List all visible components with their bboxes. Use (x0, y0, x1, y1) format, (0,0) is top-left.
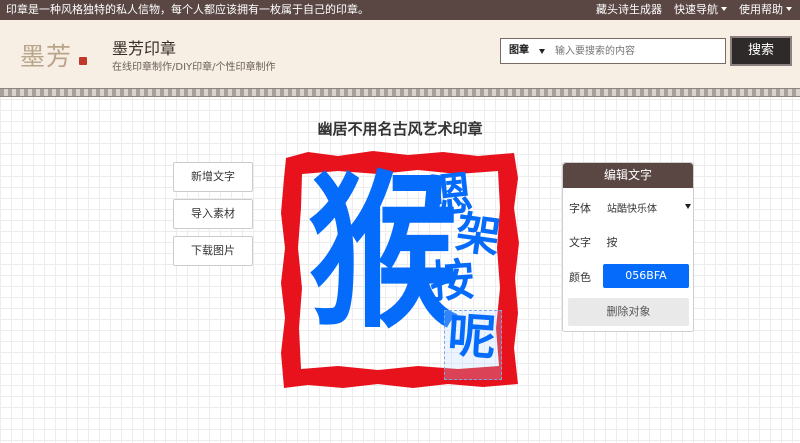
site-title[interactable]: 墨芳印章 (112, 35, 176, 59)
search-scope-select[interactable]: 图章 (501, 39, 553, 63)
seal-character-3[interactable]: 按 (428, 255, 475, 309)
seal-character-4[interactable]: 呢 (446, 307, 498, 366)
panel-header: 编辑文字 (563, 163, 693, 188)
font-select[interactable]: 站酷快乐体 (607, 200, 697, 215)
logo-seal-icon (79, 57, 87, 65)
quick-nav-label: 快速导航 (674, 3, 718, 16)
dropdown-arrow-icon (539, 49, 545, 54)
slogan-text: 印章是一种风格独特的私人信物，每个人都应该拥有一枚属于自己的印章。 (6, 3, 369, 16)
seal-canvas[interactable]: 猴 嗯 架 按 呢 (278, 148, 522, 390)
decorative-border (0, 88, 800, 97)
text-label: 文字 (569, 236, 591, 249)
top-bar: 印章是一种风格独特的私人信物，每个人都应该拥有一枚属于自己的印章。 藏头诗生成器… (0, 0, 800, 20)
dropdown-arrow-icon (685, 204, 691, 209)
add-text-button[interactable]: 新增文字 (173, 162, 253, 192)
color-picker-button[interactable]: 056BFA (603, 264, 689, 288)
search-input[interactable] (555, 41, 723, 61)
top-links: 藏头诗生成器 快速导航 使用帮助 (596, 0, 792, 20)
text-value-field[interactable]: 按 (607, 236, 618, 249)
site-subtitle: 在线印章制作/DIY印章/个性印章制作 (112, 62, 276, 73)
search-scope-value: 图章 (509, 45, 529, 56)
page-title: 幽居不用名古风艺术印章 (317, 120, 483, 138)
site-header: 墨芳 墨芳印章 在线印章制作/DIY印章/个性印章制作 图章 搜索 (0, 20, 800, 88)
font-row: 字体 站酷快乐体 (569, 200, 691, 216)
quick-nav-menu[interactable]: 快速导航 (674, 0, 727, 20)
chevron-down-icon (786, 7, 792, 11)
font-select-value: 站酷快乐体 (607, 204, 657, 215)
search-button[interactable]: 搜索 (730, 36, 792, 66)
font-label: 字体 (569, 202, 591, 215)
text-row: 文字 按 (569, 234, 618, 250)
help-menu[interactable]: 使用帮助 (739, 0, 792, 20)
seal-character-2[interactable]: 架 (453, 207, 504, 264)
help-label: 使用帮助 (739, 3, 783, 16)
download-image-button[interactable]: 下载图片 (173, 236, 253, 266)
color-row: 颜色 (569, 269, 603, 285)
color-label: 颜色 (569, 271, 591, 284)
search-box: 图章 (500, 38, 726, 64)
site-logo[interactable]: 墨芳 (20, 37, 72, 73)
acrostic-poem-link[interactable]: 藏头诗生成器 (596, 0, 662, 20)
import-material-button[interactable]: 导入素材 (173, 199, 253, 229)
edit-text-panel: 编辑文字 字体 站酷快乐体 文字 按 颜色 056BFA 删除对象 (562, 162, 694, 332)
chevron-down-icon (721, 7, 727, 11)
delete-object-button[interactable]: 删除对象 (568, 298, 689, 326)
